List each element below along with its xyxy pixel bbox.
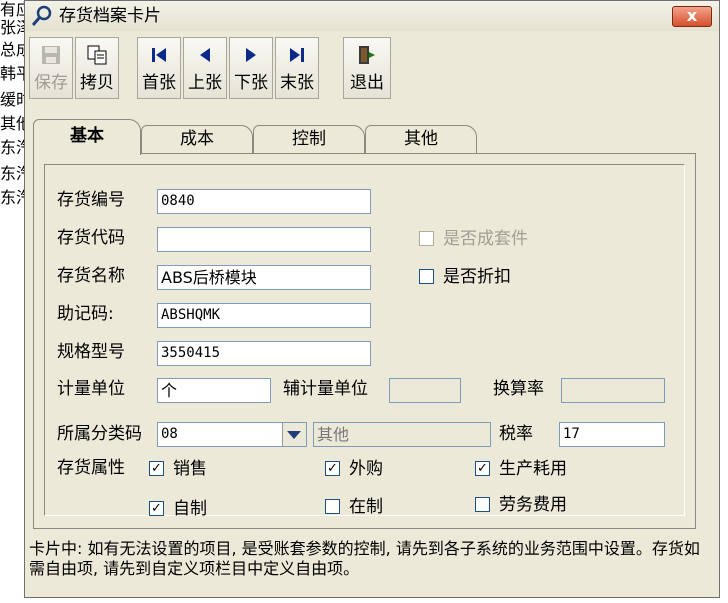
sale-checkbox[interactable]: ✓ bbox=[149, 461, 164, 476]
save-button[interactable]: 保存 bbox=[29, 37, 73, 99]
copy-icon bbox=[87, 45, 107, 65]
category-lookup-button[interactable] bbox=[282, 423, 306, 446]
prev-record-button[interactable]: 上张 bbox=[183, 37, 227, 99]
exit-door-icon bbox=[359, 46, 375, 64]
save-label: 保存 bbox=[34, 73, 68, 93]
rate-field[interactable] bbox=[561, 378, 665, 403]
unit-field[interactable]: 个 bbox=[157, 378, 271, 403]
mnemonic-field[interactable]: ABSHQMK bbox=[157, 303, 371, 328]
exit-label: 退出 bbox=[350, 73, 384, 93]
category-field[interactable]: 08 bbox=[157, 422, 307, 447]
alias-field[interactable] bbox=[157, 227, 371, 252]
service-checkbox[interactable] bbox=[475, 497, 490, 512]
wip-checkbox[interactable] bbox=[325, 499, 340, 514]
purchase-checkbox[interactable]: ✓ bbox=[325, 461, 340, 476]
production-label: 生产耗用 bbox=[499, 459, 567, 479]
discount-label: 是否折扣 bbox=[443, 267, 511, 287]
form-group: 存货编号 0840 存货代码 是否成套件 存货名称 ABS后桥模块 是否折扣 助… bbox=[44, 164, 685, 519]
exit-button[interactable]: 退出 bbox=[343, 37, 391, 99]
aux-unit-field[interactable] bbox=[389, 378, 461, 403]
wip-label: 在制 bbox=[349, 497, 383, 517]
last-record-label: 末张 bbox=[280, 73, 314, 93]
hint-text: 卡片中: 如有无法设置的项目, 是受账套参数的控制, 请先到各子系统的业务范围中… bbox=[29, 539, 700, 578]
spec-field[interactable]: 3550415 bbox=[157, 341, 371, 366]
tax-field[interactable]: 17 bbox=[559, 422, 665, 447]
name-field[interactable]: ABS后桥模块 bbox=[157, 265, 371, 290]
next-record-label: 下张 bbox=[234, 73, 268, 93]
aux-unit-label: 辅计量单位 bbox=[283, 379, 368, 399]
attr-label: 存货属性 bbox=[57, 458, 125, 478]
prev-record-label: 上张 bbox=[188, 73, 222, 93]
tab-other[interactable]: 其他 bbox=[365, 125, 477, 153]
close-button[interactable]: x bbox=[672, 6, 712, 27]
service-label: 劳务费用 bbox=[499, 495, 567, 515]
inventory-card-window: 存货档案卡片 x 保存 拷贝 首张 上张 下张 末张 退出 基本 成本 控制 其… bbox=[24, 0, 720, 598]
kit-checkbox[interactable] bbox=[419, 231, 434, 246]
copy-button[interactable]: 拷贝 bbox=[75, 37, 119, 99]
name-label: 存货名称 bbox=[57, 266, 125, 286]
first-record-button[interactable]: 首张 bbox=[137, 37, 181, 99]
last-record-icon bbox=[290, 48, 304, 62]
tab-control[interactable]: 控制 bbox=[253, 125, 365, 153]
first-record-icon bbox=[152, 48, 166, 62]
magnifier-icon bbox=[31, 5, 52, 26]
next-record-icon bbox=[246, 48, 256, 62]
alias-label: 存货代码 bbox=[57, 228, 125, 248]
floppy-disk-icon bbox=[42, 46, 60, 64]
category-code: 08 bbox=[161, 426, 178, 442]
copy-label: 拷贝 bbox=[80, 73, 114, 93]
self-made-label: 自制 bbox=[173, 499, 207, 519]
unit-label: 计量单位 bbox=[57, 379, 125, 399]
tax-label: 税率 bbox=[499, 424, 533, 444]
category-label: 所属分类码 bbox=[57, 424, 142, 444]
purchase-label: 外购 bbox=[349, 459, 383, 479]
sale-label: 销售 bbox=[173, 459, 207, 479]
kit-label: 是否成套件 bbox=[443, 229, 528, 249]
tab-strip: 基本 成本 控制 其他 bbox=[33, 119, 513, 155]
last-record-button[interactable]: 末张 bbox=[275, 37, 319, 99]
first-record-label: 首张 bbox=[142, 73, 176, 93]
code-label: 存货编号 bbox=[57, 190, 125, 210]
window-title: 存货档案卡片 bbox=[59, 6, 161, 26]
category-name-field[interactable]: 其他 bbox=[313, 422, 491, 447]
code-field[interactable]: 0840 bbox=[157, 189, 371, 214]
spec-label: 规格型号 bbox=[57, 342, 125, 362]
title-bar[interactable]: 存货档案卡片 x bbox=[25, 1, 719, 31]
mnemonic-label: 助记码: bbox=[57, 304, 114, 324]
tab-cost[interactable]: 成本 bbox=[141, 125, 253, 153]
basic-tab-panel: 存货编号 0840 存货代码 是否成套件 存货名称 ABS后桥模块 是否折扣 助… bbox=[33, 153, 696, 529]
prev-record-icon bbox=[200, 48, 210, 62]
production-checkbox[interactable]: ✓ bbox=[475, 461, 490, 476]
tab-basic[interactable]: 基本 bbox=[33, 119, 141, 155]
discount-checkbox[interactable] bbox=[419, 269, 434, 284]
rate-label: 换算率 bbox=[493, 379, 544, 399]
lookup-icon bbox=[287, 431, 301, 439]
self-made-checkbox[interactable]: ✓ bbox=[149, 501, 164, 516]
toolbar: 保存 拷贝 首张 上张 下张 末张 退出 bbox=[29, 37, 709, 103]
next-record-button[interactable]: 下张 bbox=[229, 37, 273, 99]
